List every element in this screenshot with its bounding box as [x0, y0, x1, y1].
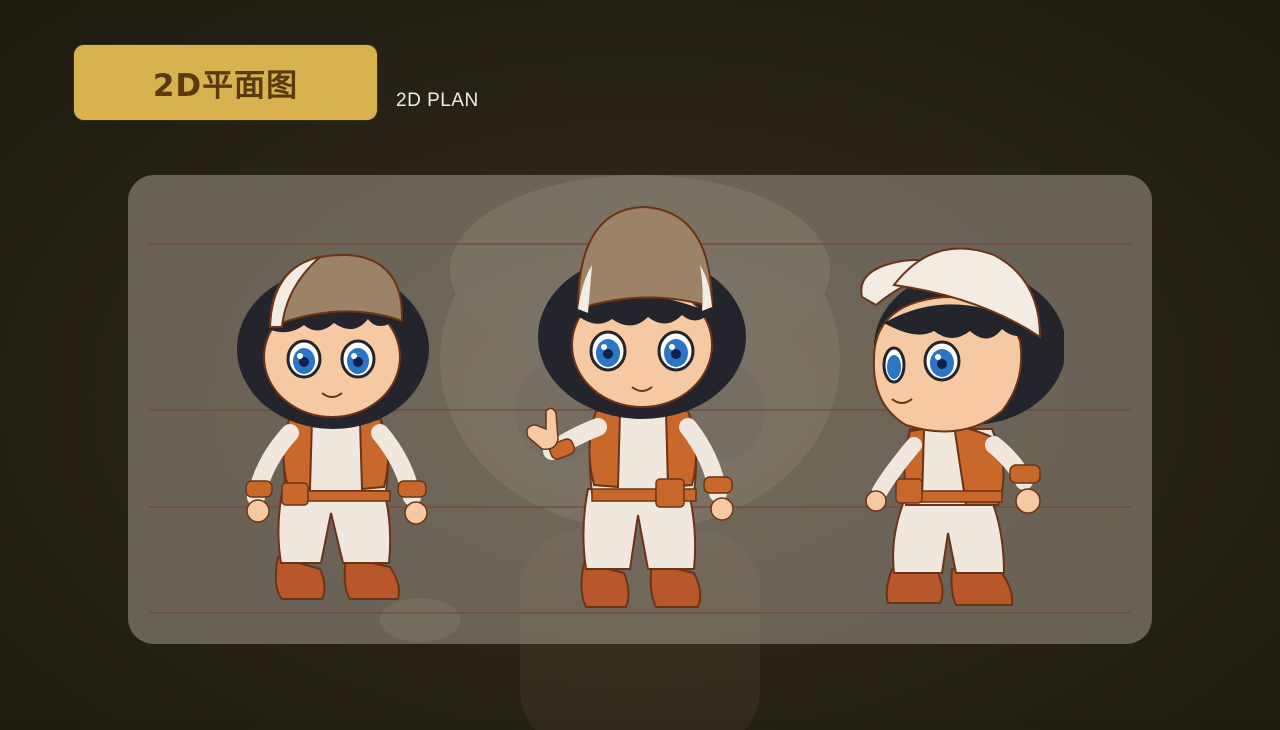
character-three-quarter-left-icon: [237, 253, 429, 600]
character-front-waving-icon: [526, 205, 746, 608]
page-subtitle: 2D PLAN: [396, 90, 479, 111]
character-sheet-panel: [128, 175, 1152, 644]
title-badge: 2D平面图: [74, 45, 377, 120]
character-three-quarter-right-icon: [860, 247, 1064, 606]
page-title: 2D平面图: [152, 68, 299, 104]
